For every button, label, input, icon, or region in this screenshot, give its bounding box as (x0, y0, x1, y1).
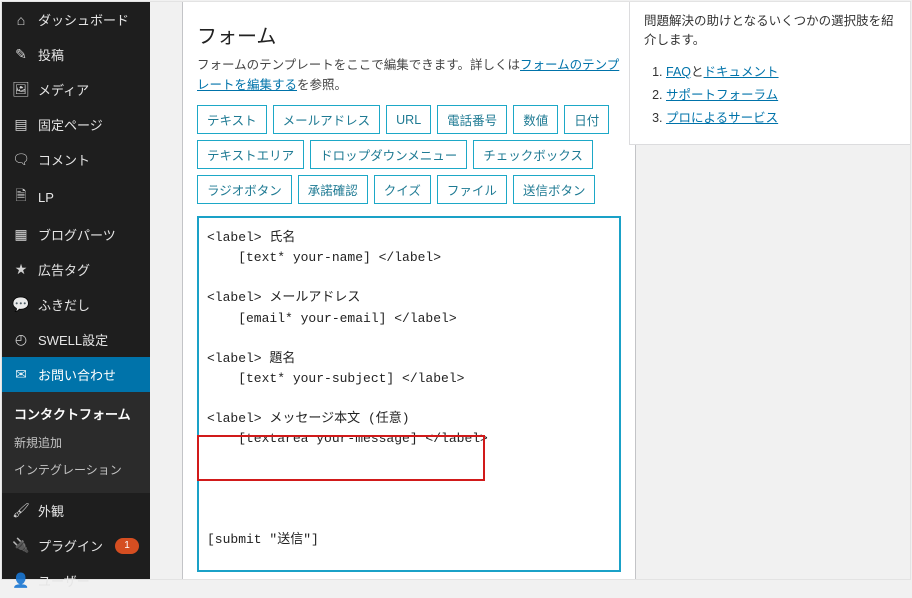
menu-icon: 🗎 (12, 185, 30, 209)
form-heading: フォーム (197, 20, 621, 49)
menu-label: SWELL設定 (38, 330, 108, 349)
tag-generator-button[interactable]: 承諾確認 (298, 175, 368, 204)
form-description: フォームのテンプレートをここで編集できます。詳しくはフォームのテンプレートを編集… (197, 55, 621, 95)
menu-label: ふきだし (38, 295, 90, 314)
tag-generator-button[interactable]: テキストエリア (197, 140, 304, 169)
sidebar-item[interactable]: ★ 広告タグ (2, 252, 150, 287)
sidebar-item[interactable]: ⌂ ダッシュボード (2, 2, 150, 37)
submenu-link-integration[interactable]: インテグレーション (2, 456, 150, 483)
menu-icon: ✎ (12, 46, 30, 63)
tag-generator-button[interactable]: ドロップダウンメニュー (310, 140, 467, 169)
help-intro: 問題解決の助けとなるいくつかの選択肢を紹介します。 (644, 12, 896, 51)
help-links: FAQとドキュメント サポートフォーラム プロによるサービス (644, 61, 896, 126)
menu-label: ダッシュボード (38, 10, 129, 29)
admin-submenu: コンタクトフォーム 新規追加 インテグレーション (2, 392, 150, 493)
help-link-item: プロによるサービス (666, 107, 896, 126)
menu-icon: ✉ (12, 366, 30, 383)
tag-generator-button[interactable]: チェックボックス (473, 140, 593, 169)
sidebar-item[interactable]: 💬 ふきだし (2, 287, 150, 322)
tag-generator-row: テキストエリアドロップダウンメニューチェックボックス (197, 140, 621, 169)
menu-label: 広告タグ (38, 260, 90, 279)
tag-generator-button[interactable]: 数値 (513, 105, 558, 134)
help-link-item: FAQとドキュメント (666, 61, 896, 80)
form-template-textarea[interactable] (197, 216, 621, 572)
tag-generator-row: ラジオボタン承諾確認クイズファイル送信ボタン (197, 175, 621, 204)
help-link-support[interactable]: サポートフォーラム (666, 88, 778, 102)
menu-label: お問い合わせ (38, 365, 116, 384)
tag-generator-button[interactable]: メールアドレス (273, 105, 381, 134)
update-badge: 1 (115, 538, 139, 554)
tag-generator-button[interactable]: URL (386, 105, 431, 134)
sidebar-item[interactable]: 🖼 メディア (2, 72, 150, 107)
menu-icon: ★ (12, 261, 30, 278)
tag-generator-button[interactable]: テキスト (197, 105, 267, 134)
menu-label: コメント (38, 150, 90, 169)
help-link-item: サポートフォーラム (666, 84, 896, 103)
help-panel: 問題解決の助けとなるいくつかの選択肢を紹介します。 FAQとドキュメント サポー… (629, 2, 910, 145)
tag-generator-button[interactable]: クイズ (374, 175, 431, 204)
menu-label: 固定ページ (38, 115, 103, 134)
menu-icon: ▦ (12, 226, 30, 243)
sidebar-item[interactable]: 🗎 LP (2, 177, 150, 217)
menu-label: ブログパーツ (38, 225, 116, 244)
menu-label: 外観 (38, 501, 64, 520)
tag-generator-button[interactable]: 送信ボタン (513, 175, 596, 204)
sidebar-item[interactable]: ✉ お問い合わせ (2, 357, 150, 392)
menu-label: メディア (38, 80, 89, 99)
menu-icon: 💬 (12, 296, 30, 313)
tag-generator-button[interactable]: 日付 (564, 105, 609, 134)
admin-sidebar: ⌂ ダッシュボード ✎ 投稿 🖼 メディア ▤ 固定ページ 🗨 コメント 🗎 LP ▦ ブログパーツ ★ 広告… (2, 2, 150, 579)
content-area: フォーム フォームのテンプレートをここで編集できます。詳しくはフォームのテンプレ… (150, 2, 910, 579)
menu-icon: 🔌 (12, 537, 30, 554)
submenu-link-new[interactable]: 新規追加 (2, 429, 150, 456)
help-link-faq[interactable]: FAQ (666, 65, 691, 79)
sidebar-item[interactable]: ▦ ブログパーツ (2, 217, 150, 252)
sidebar-item[interactable]: ✎ 投稿 (2, 37, 150, 72)
menu-label: プラグイン (38, 536, 103, 555)
menu-icon: 🖼 (12, 81, 30, 98)
help-link-pro[interactable]: プロによるサービス (666, 111, 778, 125)
menu-icon: 🗨 (12, 151, 30, 168)
tag-generator-button[interactable]: ラジオボタン (197, 175, 292, 204)
sidebar-item[interactable]: 🔌 プラグイン 1 (2, 528, 150, 563)
menu-icon: ▤ (12, 116, 30, 133)
submenu-title: コンタクトフォーム (2, 398, 150, 429)
help-link-docs[interactable]: ドキュメント (704, 65, 779, 79)
tag-generator-button[interactable]: 電話番号 (437, 105, 507, 134)
menu-label: 投稿 (38, 45, 64, 64)
sidebar-item[interactable]: 🗨 コメント (2, 142, 150, 177)
sidebar-item[interactable]: 🖌 外観 (2, 493, 150, 528)
sidebar-item[interactable]: ◴ SWELL設定 (2, 322, 150, 357)
tag-generator-button[interactable]: ファイル (437, 175, 507, 204)
menu-icon: ◴ (12, 331, 30, 348)
menu-label: LP (38, 190, 54, 205)
form-panel: フォーム フォームのテンプレートをここで編集できます。詳しくはフォームのテンプレ… (182, 2, 636, 579)
menu-icon: ⌂ (12, 12, 30, 28)
tag-generator-row: テキストメールアドレスURL電話番号数値日付 (197, 105, 621, 134)
sidebar-item[interactable]: ▤ 固定ページ (2, 107, 150, 142)
menu-icon: 🖌 (12, 502, 30, 519)
